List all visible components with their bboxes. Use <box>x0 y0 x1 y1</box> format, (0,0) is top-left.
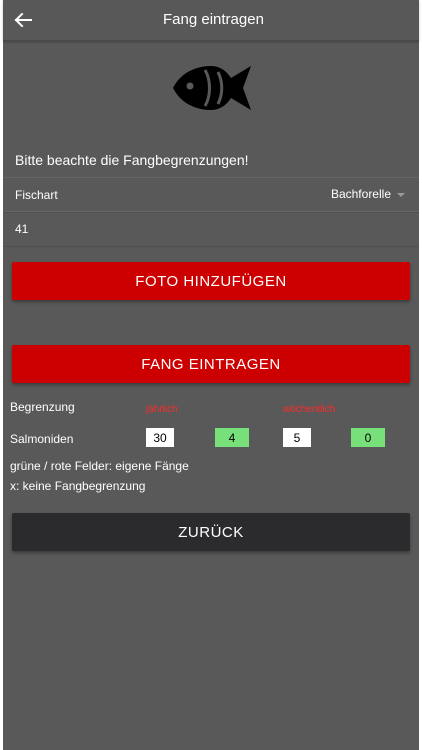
species-row: Fischart Bachforelle <box>3 177 419 213</box>
back-button[interactable]: ZURÜCK <box>12 513 410 551</box>
weekly-column-label: wöchentlich <box>283 404 336 415</box>
size-input[interactable]: 41 <box>15 222 28 236</box>
page-title: Fang eintragen <box>163 11 264 28</box>
catch-limit-notice: Bitte beachte die Fangbegrenzungen! <box>15 152 249 168</box>
yearly-limit-value: 30 <box>146 428 174 447</box>
species-label: Fischart <box>15 188 58 202</box>
app-screen: Fang eintragen Bitte beachte die Fangbeg… <box>3 0 419 750</box>
app-header: Fang eintragen <box>3 0 419 41</box>
species-value: Bachforelle <box>330 187 391 201</box>
limits-header-label: Begrenzung <box>10 400 75 414</box>
legend-own-catches: grüne / rote Felder: eigene Fänge <box>10 459 189 473</box>
weekly-limit-value: 5 <box>283 428 311 447</box>
yearly-column-label: jährlich <box>146 404 178 415</box>
species-select[interactable]: Bachforelle <box>331 187 405 201</box>
weekly-caught-value: 0 <box>351 428 385 447</box>
chevron-down-icon <box>397 193 405 197</box>
size-row: 41 <box>3 211 419 247</box>
back-arrow-icon[interactable] <box>11 8 35 32</box>
add-photo-button[interactable]: FOTO HINZUFÜGEN <box>12 262 410 300</box>
legend-no-limit: x: keine Fangbegrenzung <box>10 479 146 493</box>
fish-icon <box>171 64 253 112</box>
submit-catch-button[interactable]: FANG EINTRAGEN <box>12 345 410 383</box>
limit-row-name: Salmoniden <box>10 432 74 446</box>
yearly-caught-value: 4 <box>215 428 249 447</box>
